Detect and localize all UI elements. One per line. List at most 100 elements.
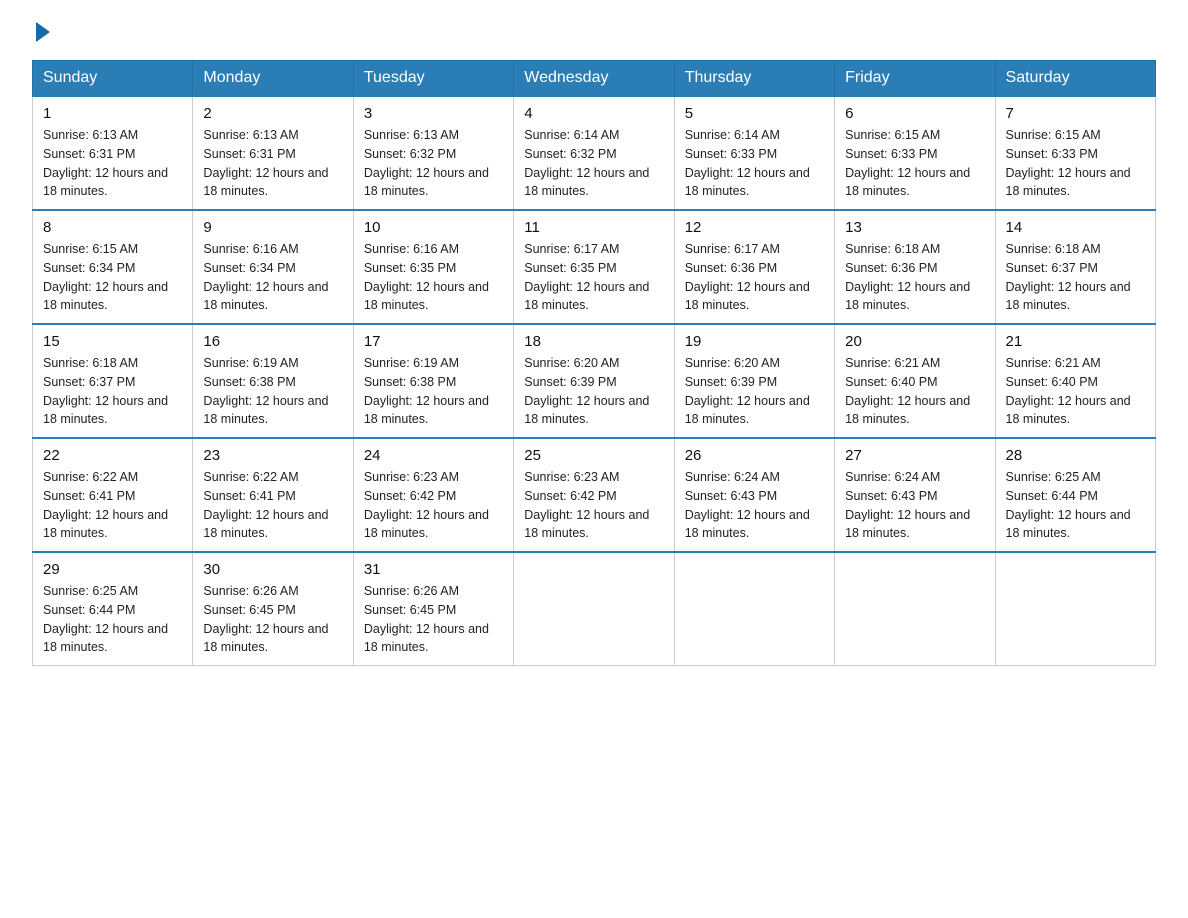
calendar-day-cell: 7 Sunrise: 6:15 AMSunset: 6:33 PMDayligh… xyxy=(995,96,1155,210)
calendar-day-cell: 20 Sunrise: 6:21 AMSunset: 6:40 PMDaylig… xyxy=(835,324,995,438)
calendar-day-cell: 3 Sunrise: 6:13 AMSunset: 6:32 PMDayligh… xyxy=(353,96,513,210)
day-number: 16 xyxy=(203,333,342,350)
day-of-week-header: Thursday xyxy=(674,61,834,97)
calendar-day-cell: 2 Sunrise: 6:13 AMSunset: 6:31 PMDayligh… xyxy=(193,96,353,210)
calendar-day-cell: 19 Sunrise: 6:20 AMSunset: 6:39 PMDaylig… xyxy=(674,324,834,438)
calendar-day-cell: 17 Sunrise: 6:19 AMSunset: 6:38 PMDaylig… xyxy=(353,324,513,438)
day-info: Sunrise: 6:26 AMSunset: 6:45 PMDaylight:… xyxy=(203,584,328,654)
calendar-week-row: 8 Sunrise: 6:15 AMSunset: 6:34 PMDayligh… xyxy=(33,210,1156,324)
day-info: Sunrise: 6:18 AMSunset: 6:37 PMDaylight:… xyxy=(1006,242,1131,312)
calendar-table: SundayMondayTuesdayWednesdayThursdayFrid… xyxy=(32,60,1156,666)
day-info: Sunrise: 6:19 AMSunset: 6:38 PMDaylight:… xyxy=(203,356,328,426)
day-number: 20 xyxy=(845,333,984,350)
calendar-day-cell: 13 Sunrise: 6:18 AMSunset: 6:36 PMDaylig… xyxy=(835,210,995,324)
calendar-day-cell: 30 Sunrise: 6:26 AMSunset: 6:45 PMDaylig… xyxy=(193,552,353,666)
day-info: Sunrise: 6:25 AMSunset: 6:44 PMDaylight:… xyxy=(1006,470,1131,540)
calendar-day-cell xyxy=(995,552,1155,666)
day-number: 7 xyxy=(1006,105,1145,122)
day-of-week-header: Tuesday xyxy=(353,61,513,97)
calendar-day-cell: 6 Sunrise: 6:15 AMSunset: 6:33 PMDayligh… xyxy=(835,96,995,210)
day-number: 18 xyxy=(524,333,663,350)
calendar-day-cell: 24 Sunrise: 6:23 AMSunset: 6:42 PMDaylig… xyxy=(353,438,513,552)
calendar-day-cell: 18 Sunrise: 6:20 AMSunset: 6:39 PMDaylig… xyxy=(514,324,674,438)
day-info: Sunrise: 6:18 AMSunset: 6:36 PMDaylight:… xyxy=(845,242,970,312)
day-number: 13 xyxy=(845,219,984,236)
day-number: 21 xyxy=(1006,333,1145,350)
day-info: Sunrise: 6:26 AMSunset: 6:45 PMDaylight:… xyxy=(364,584,489,654)
calendar-day-cell: 15 Sunrise: 6:18 AMSunset: 6:37 PMDaylig… xyxy=(33,324,193,438)
calendar-day-cell xyxy=(835,552,995,666)
calendar-day-cell: 11 Sunrise: 6:17 AMSunset: 6:35 PMDaylig… xyxy=(514,210,674,324)
day-info: Sunrise: 6:15 AMSunset: 6:33 PMDaylight:… xyxy=(1006,128,1131,198)
day-info: Sunrise: 6:23 AMSunset: 6:42 PMDaylight:… xyxy=(524,470,649,540)
day-number: 9 xyxy=(203,219,342,236)
calendar-week-row: 1 Sunrise: 6:13 AMSunset: 6:31 PMDayligh… xyxy=(33,96,1156,210)
day-info: Sunrise: 6:23 AMSunset: 6:42 PMDaylight:… xyxy=(364,470,489,540)
calendar-day-cell: 22 Sunrise: 6:22 AMSunset: 6:41 PMDaylig… xyxy=(33,438,193,552)
day-number: 24 xyxy=(364,447,503,464)
day-number: 23 xyxy=(203,447,342,464)
day-number: 22 xyxy=(43,447,182,464)
calendar-day-cell: 4 Sunrise: 6:14 AMSunset: 6:32 PMDayligh… xyxy=(514,96,674,210)
day-of-week-header: Sunday xyxy=(33,61,193,97)
day-number: 10 xyxy=(364,219,503,236)
day-of-week-header: Monday xyxy=(193,61,353,97)
day-info: Sunrise: 6:24 AMSunset: 6:43 PMDaylight:… xyxy=(845,470,970,540)
day-info: Sunrise: 6:13 AMSunset: 6:32 PMDaylight:… xyxy=(364,128,489,198)
day-info: Sunrise: 6:24 AMSunset: 6:43 PMDaylight:… xyxy=(685,470,810,540)
day-info: Sunrise: 6:13 AMSunset: 6:31 PMDaylight:… xyxy=(43,128,168,198)
day-number: 12 xyxy=(685,219,824,236)
calendar-day-cell: 14 Sunrise: 6:18 AMSunset: 6:37 PMDaylig… xyxy=(995,210,1155,324)
day-info: Sunrise: 6:19 AMSunset: 6:38 PMDaylight:… xyxy=(364,356,489,426)
logo xyxy=(32,24,50,40)
day-number: 17 xyxy=(364,333,503,350)
day-info: Sunrise: 6:18 AMSunset: 6:37 PMDaylight:… xyxy=(43,356,168,426)
calendar-day-cell: 5 Sunrise: 6:14 AMSunset: 6:33 PMDayligh… xyxy=(674,96,834,210)
day-info: Sunrise: 6:16 AMSunset: 6:35 PMDaylight:… xyxy=(364,242,489,312)
calendar-day-cell: 1 Sunrise: 6:13 AMSunset: 6:31 PMDayligh… xyxy=(33,96,193,210)
day-number: 1 xyxy=(43,105,182,122)
day-number: 19 xyxy=(685,333,824,350)
day-info: Sunrise: 6:15 AMSunset: 6:34 PMDaylight:… xyxy=(43,242,168,312)
day-info: Sunrise: 6:20 AMSunset: 6:39 PMDaylight:… xyxy=(685,356,810,426)
day-number: 30 xyxy=(203,561,342,578)
calendar-header-row: SundayMondayTuesdayWednesdayThursdayFrid… xyxy=(33,61,1156,97)
day-number: 27 xyxy=(845,447,984,464)
day-info: Sunrise: 6:21 AMSunset: 6:40 PMDaylight:… xyxy=(1006,356,1131,426)
calendar-day-cell: 8 Sunrise: 6:15 AMSunset: 6:34 PMDayligh… xyxy=(33,210,193,324)
calendar-day-cell: 10 Sunrise: 6:16 AMSunset: 6:35 PMDaylig… xyxy=(353,210,513,324)
day-number: 4 xyxy=(524,105,663,122)
day-info: Sunrise: 6:25 AMSunset: 6:44 PMDaylight:… xyxy=(43,584,168,654)
day-info: Sunrise: 6:14 AMSunset: 6:32 PMDaylight:… xyxy=(524,128,649,198)
calendar-day-cell: 21 Sunrise: 6:21 AMSunset: 6:40 PMDaylig… xyxy=(995,324,1155,438)
day-info: Sunrise: 6:16 AMSunset: 6:34 PMDaylight:… xyxy=(203,242,328,312)
page-header xyxy=(32,24,1156,40)
day-info: Sunrise: 6:13 AMSunset: 6:31 PMDaylight:… xyxy=(203,128,328,198)
day-info: Sunrise: 6:22 AMSunset: 6:41 PMDaylight:… xyxy=(203,470,328,540)
day-info: Sunrise: 6:17 AMSunset: 6:35 PMDaylight:… xyxy=(524,242,649,312)
logo-arrow-icon xyxy=(36,22,50,42)
calendar-day-cell: 12 Sunrise: 6:17 AMSunset: 6:36 PMDaylig… xyxy=(674,210,834,324)
day-info: Sunrise: 6:14 AMSunset: 6:33 PMDaylight:… xyxy=(685,128,810,198)
calendar-day-cell: 27 Sunrise: 6:24 AMSunset: 6:43 PMDaylig… xyxy=(835,438,995,552)
day-number: 31 xyxy=(364,561,503,578)
day-number: 14 xyxy=(1006,219,1145,236)
day-number: 2 xyxy=(203,105,342,122)
calendar-day-cell xyxy=(514,552,674,666)
day-of-week-header: Wednesday xyxy=(514,61,674,97)
day-number: 26 xyxy=(685,447,824,464)
day-number: 11 xyxy=(524,219,663,236)
calendar-week-row: 29 Sunrise: 6:25 AMSunset: 6:44 PMDaylig… xyxy=(33,552,1156,666)
day-number: 25 xyxy=(524,447,663,464)
day-number: 29 xyxy=(43,561,182,578)
day-of-week-header: Saturday xyxy=(995,61,1155,97)
day-number: 28 xyxy=(1006,447,1145,464)
calendar-day-cell: 28 Sunrise: 6:25 AMSunset: 6:44 PMDaylig… xyxy=(995,438,1155,552)
calendar-week-row: 15 Sunrise: 6:18 AMSunset: 6:37 PMDaylig… xyxy=(33,324,1156,438)
calendar-day-cell: 26 Sunrise: 6:24 AMSunset: 6:43 PMDaylig… xyxy=(674,438,834,552)
day-info: Sunrise: 6:21 AMSunset: 6:40 PMDaylight:… xyxy=(845,356,970,426)
day-number: 6 xyxy=(845,105,984,122)
calendar-day-cell: 31 Sunrise: 6:26 AMSunset: 6:45 PMDaylig… xyxy=(353,552,513,666)
calendar-day-cell: 9 Sunrise: 6:16 AMSunset: 6:34 PMDayligh… xyxy=(193,210,353,324)
day-info: Sunrise: 6:20 AMSunset: 6:39 PMDaylight:… xyxy=(524,356,649,426)
